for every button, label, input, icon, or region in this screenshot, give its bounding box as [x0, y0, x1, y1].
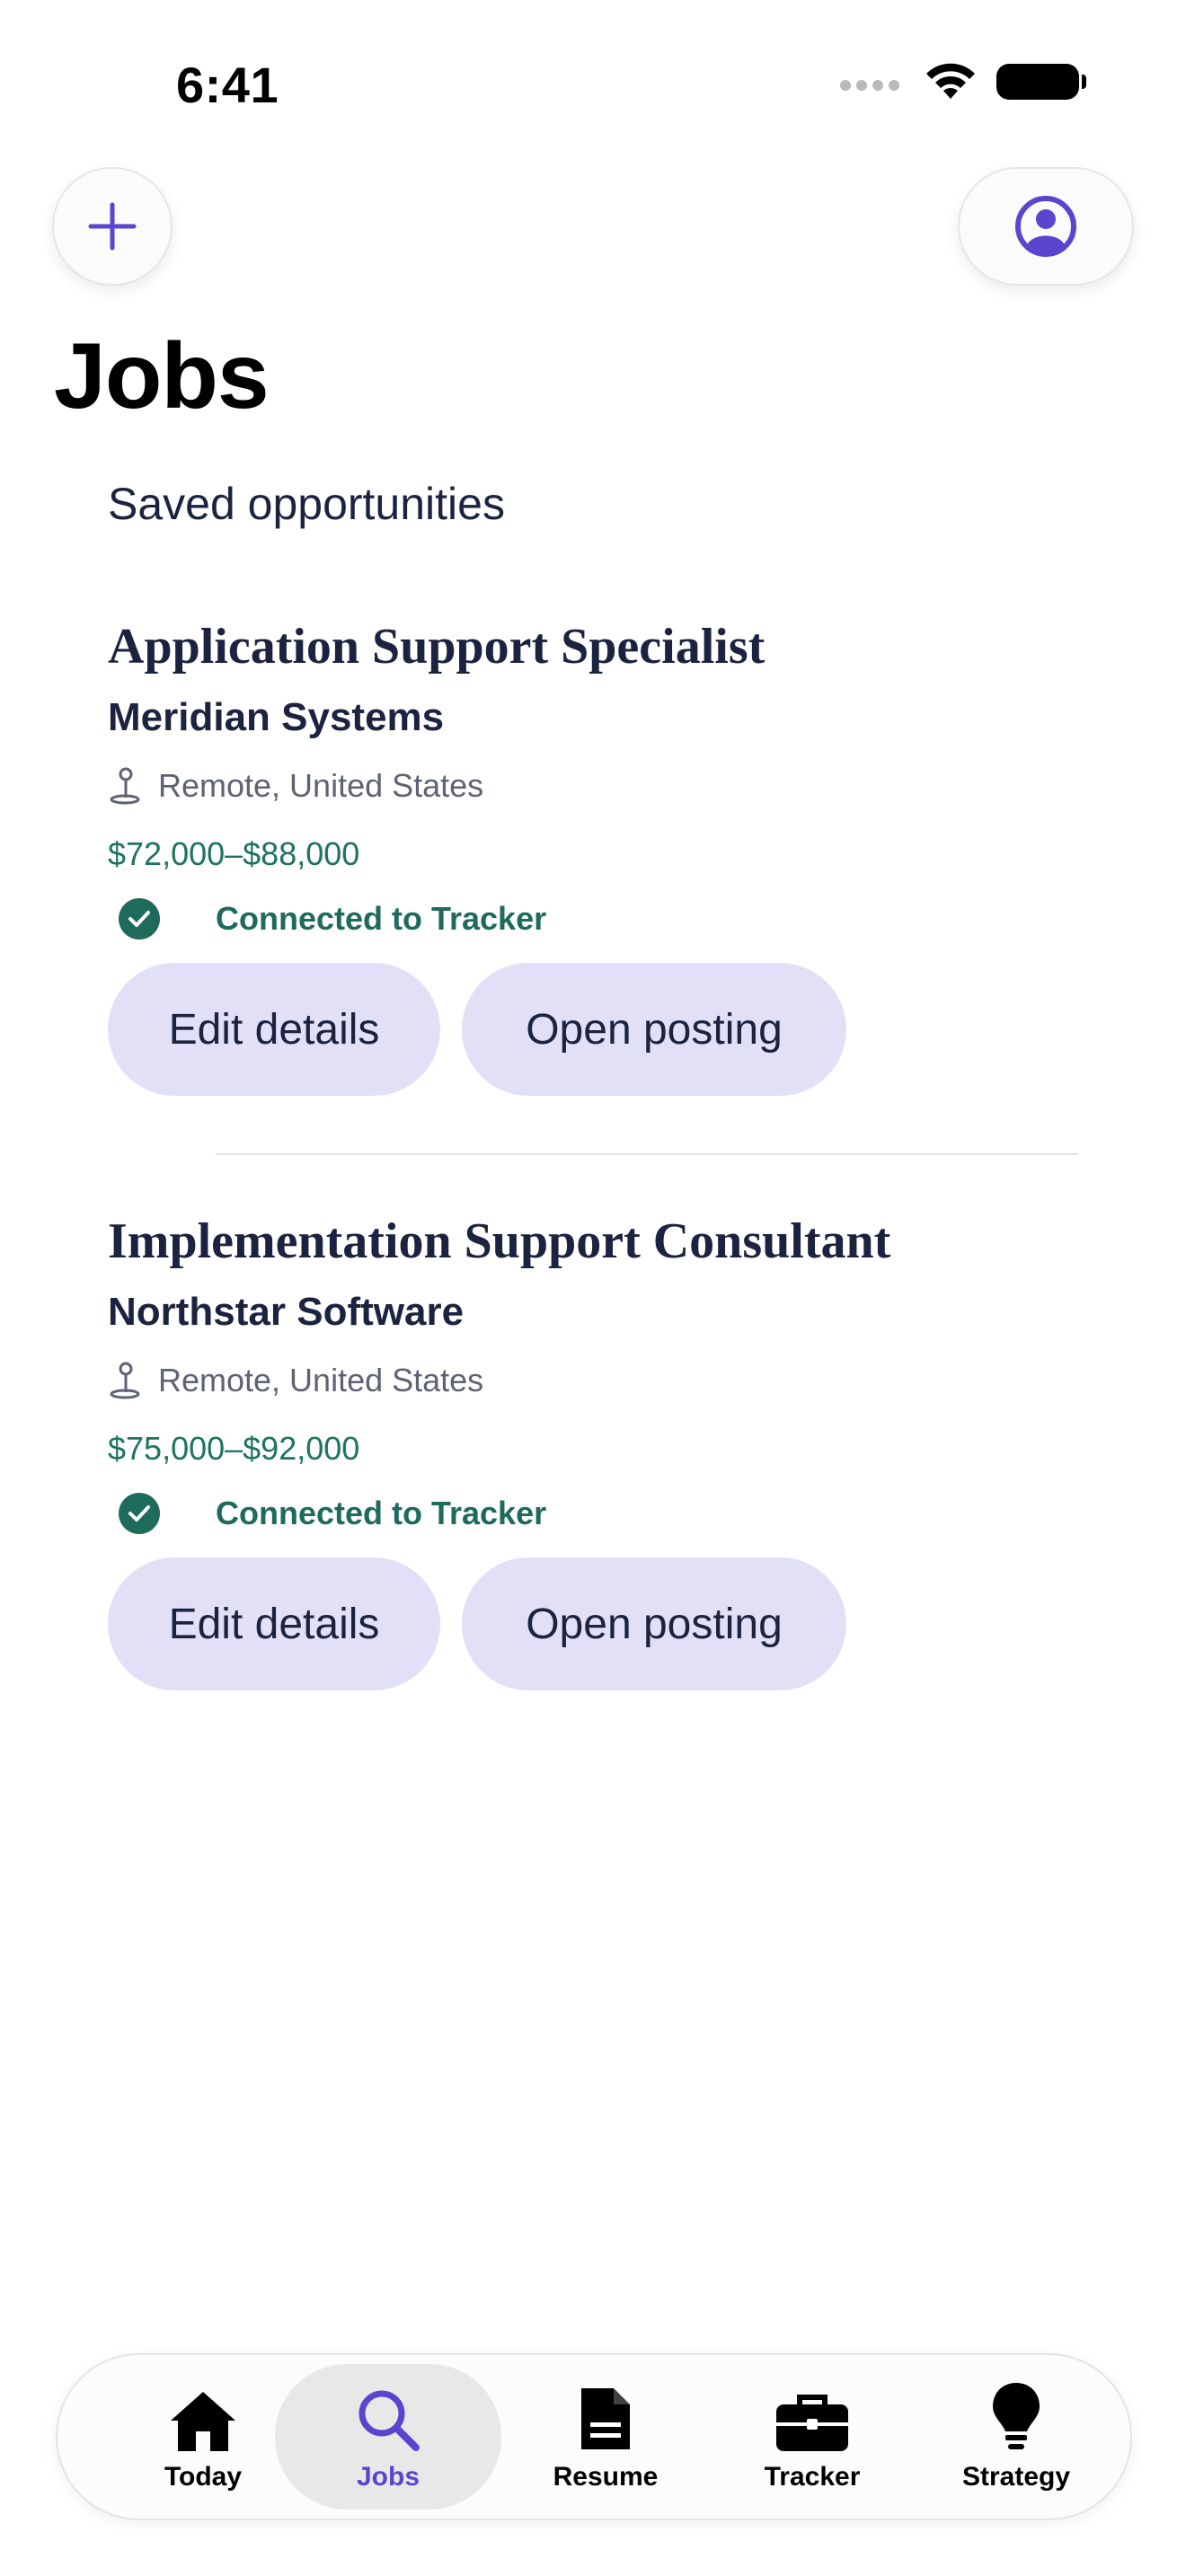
location-text: Remote, United States	[158, 767, 484, 804]
edit-details-button[interactable]: Edit details	[108, 963, 440, 1096]
checkmark-icon	[119, 1493, 160, 1534]
job-card: Application Support Specialist Meridian …	[108, 618, 1078, 1096]
status-time: 6:41	[176, 57, 279, 113]
tab-label: Tracker	[764, 2462, 861, 2492]
tracker-status: Connected to Tracker	[108, 898, 1078, 940]
job-location: Remote, United States	[108, 1362, 1078, 1399]
tab-tracker[interactable]: Tracker	[731, 2364, 893, 2510]
map-pin-icon	[110, 1362, 140, 1399]
wifi-icon	[926, 63, 975, 99]
map-pin-icon	[110, 767, 140, 805]
tab-resume[interactable]: Resume	[525, 2364, 686, 2510]
battery-icon	[996, 64, 1086, 100]
tab-label: Strategy	[961, 2462, 1071, 2492]
open-posting-button[interactable]: Open posting	[462, 1557, 846, 1690]
cellular-signal-icon	[840, 80, 899, 91]
job-location: Remote, United States	[108, 767, 1078, 805]
status-indicators	[840, 63, 1086, 101]
tracker-status: Connected to Tracker	[108, 1493, 1078, 1534]
document-icon	[578, 2381, 633, 2453]
tab-bar: Today Jobs Resume Tracker Strategy	[56, 2353, 1132, 2520]
person-circle-icon	[1015, 196, 1076, 257]
company-name: Meridian Systems	[108, 695, 445, 739]
tab-strategy[interactable]: Strategy	[931, 2364, 1102, 2510]
salary-range: $75,000–$92,000	[108, 1430, 360, 1467]
page-title: Jobs	[54, 324, 270, 428]
lightbulb-icon	[991, 2381, 1041, 2453]
tab-label: Jobs	[356, 2462, 420, 2492]
add-job-button[interactable]	[52, 167, 173, 286]
plus-icon	[88, 202, 137, 251]
tab-label: Today	[164, 2462, 243, 2492]
job-actions: Edit details Open posting	[108, 1557, 1078, 1690]
edit-details-button[interactable]: Edit details	[108, 1557, 440, 1690]
search-icon	[355, 2381, 421, 2453]
house-icon	[167, 2381, 239, 2453]
job-card: Implementation Support Consultant Norths…	[108, 1213, 1078, 1690]
location-text: Remote, United States	[158, 1362, 484, 1398]
tab-jobs[interactable]: Jobs	[275, 2364, 501, 2510]
tab-today[interactable]: Today	[131, 2364, 275, 2510]
salary-range: $72,000–$88,000	[108, 835, 360, 872]
tab-label: Resume	[553, 2462, 659, 2492]
divider	[216, 1153, 1078, 1155]
jobs-screen: 6:41 Jobs Saved opportunities Applicatio…	[0, 0, 1186, 2576]
open-posting-button[interactable]: Open posting	[462, 963, 846, 1096]
tracker-status-text: Connected to Tracker	[216, 1495, 547, 1531]
tracker-status-text: Connected to Tracker	[216, 900, 547, 937]
company-name: Northstar Software	[108, 1290, 465, 1334]
section-title: Saved opportunities	[108, 479, 505, 529]
profile-button[interactable]	[958, 167, 1134, 286]
job-actions: Edit details Open posting	[108, 963, 1078, 1096]
briefcase-icon	[774, 2381, 850, 2453]
job-title[interactable]: Implementation Support Consultant	[108, 1213, 1078, 1270]
checkmark-icon	[119, 898, 160, 940]
job-title[interactable]: Application Support Specialist	[108, 618, 1078, 675]
